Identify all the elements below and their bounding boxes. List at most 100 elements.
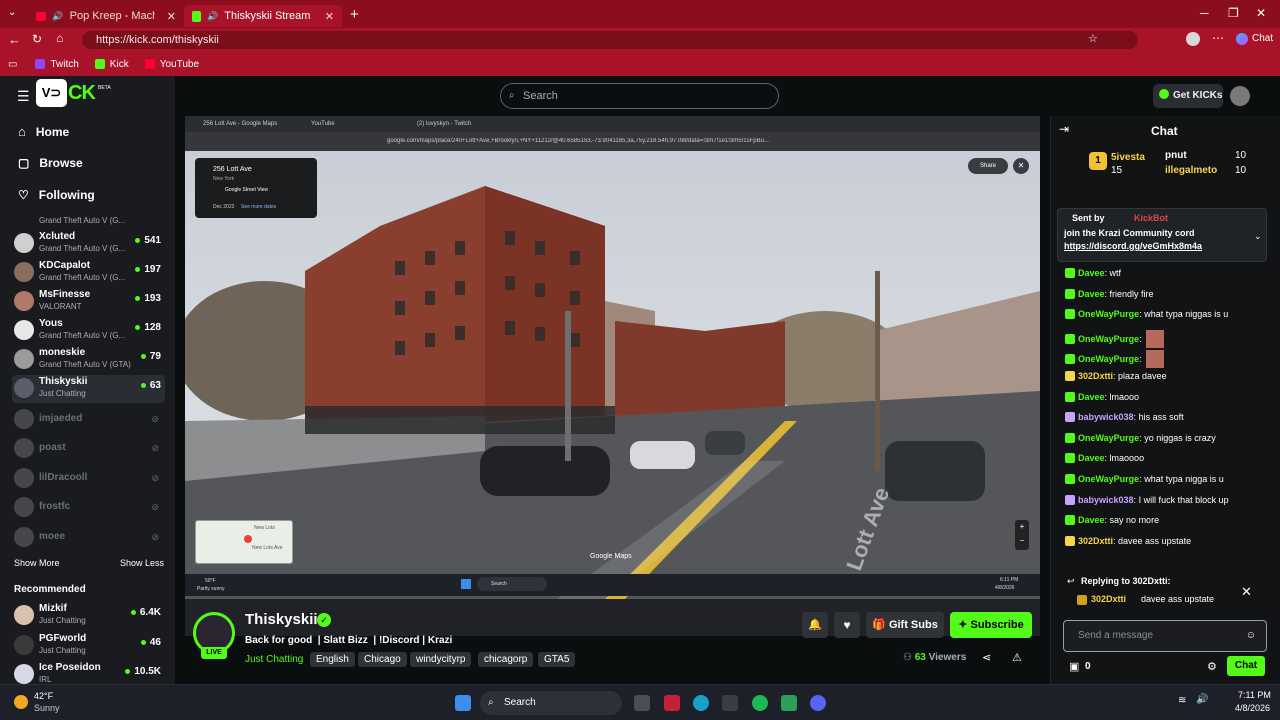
chat-username[interactable]: Davee [1078,392,1105,402]
reload-icon[interactable]: ↻ [32,32,42,46]
maximize-icon[interactable]: ❐ [1228,6,1239,20]
nav-browse[interactable]: ▢ Browse [18,156,83,170]
volume-icon[interactable]: 🔊 [1196,694,1208,705]
report-icon[interactable]: ⚠ [1012,651,1022,664]
user-avatar[interactable] [1230,86,1250,106]
following-channel[interactable]: moneskie Grand Theft Auto V (GTA) 79 [12,346,165,374]
favorite-icon[interactable]: ☆ [1088,32,1098,45]
emoji-icon[interactable]: ☺ [1246,621,1256,651]
close-streetview-icon[interactable]: ✕ [1013,158,1029,174]
weather-icon[interactable] [14,695,28,709]
taskbar-search[interactable]: ⌕ Search [480,691,622,715]
follow-button[interactable]: ♥ [834,612,860,638]
chat-username[interactable]: OneWayPurge [1078,433,1139,443]
tag[interactable]: GTA5 [538,652,576,667]
home-icon[interactable]: ⌂ [56,31,63,45]
minimize-icon[interactable]: ─ [1200,6,1209,20]
start-icon[interactable] [455,695,471,711]
hamburger-icon[interactable]: ☰ [17,88,30,105]
zoom-control[interactable]: + − [1015,520,1029,550]
collapse-chat-icon[interactable]: ⇥ [1059,122,1069,136]
new-tab-icon[interactable]: + [350,6,359,23]
following-channel[interactable]: Grand Theft Auto V (G... [12,210,165,228]
tag[interactable]: Chicago [358,652,407,667]
place-card[interactable]: 256 Lott Ave New York Google Street View… [195,158,317,218]
offline-channel[interactable]: frostfc ⊘ [12,494,165,522]
category-link[interactable]: Just Chatting [245,654,303,665]
close-tab-icon[interactable]: ✕ [325,10,334,23]
tag[interactable]: English [310,652,355,667]
menu-icon[interactable]: ⋯ [1212,31,1224,45]
chat-username[interactable]: Davee [1078,268,1105,278]
nav-following[interactable]: ♡ Following [18,188,95,202]
kick-logo[interactable]: V⊃ CK BETA [36,79,111,107]
browser-tab-kick[interactable]: 🔊 Thiskyskii Stream - Watch Liv ✕ [184,5,342,27]
following-channel-active[interactable]: Thiskyskii Just Chatting 63 [12,375,165,403]
offline-channel[interactable]: poast ⊘ [12,435,165,463]
tag[interactable]: windycityrp [410,652,472,667]
minimap[interactable]: New Lots New Lots Ave [195,520,293,564]
back-icon[interactable]: ← [8,32,21,47]
chat-browser-label[interactable]: Chat [1252,33,1273,44]
close-icon[interactable]: ✕ [1241,584,1252,600]
task-view-icon[interactable] [634,695,650,711]
gear-icon[interactable]: ⚙ [1207,660,1217,673]
following-channel[interactable]: KDCapalot Grand Theft Auto V (G... 197 [12,259,165,287]
close-window-icon[interactable]: ✕ [1256,6,1266,20]
chat-username[interactable]: 302Dxtti [1078,371,1113,381]
chat-username[interactable]: Davee [1078,515,1105,525]
profile-avatar[interactable] [1186,32,1200,46]
spotify-icon[interactable] [752,695,768,711]
get-kicks-button[interactable]: Get KICKs [1153,84,1223,108]
chat-username[interactable]: Davee [1078,453,1105,463]
following-channel[interactable]: Xcluted Grand Theft Auto V (G... 541 [12,230,165,258]
chat-username[interactable]: babywick038 [1078,412,1134,422]
terminal-icon[interactable] [722,695,738,711]
pinned-message[interactable]: Sent by KickBot join the Krazi Community… [1057,208,1267,262]
see-more-dates-link[interactable]: See more dates [241,204,276,210]
chat-username[interactable]: OneWayPurge [1078,354,1139,364]
gift-subs-button[interactable]: 🎁 Gift Subs [866,612,944,638]
chat-username[interactable]: 302Dxtti [1078,536,1113,546]
search-input[interactable]: ⌕ Search [500,83,779,109]
bookmark-twitch[interactable]: Twitch [35,59,79,70]
nav-home[interactable]: ⌂ Home [18,124,69,139]
offline-channel[interactable]: lilDracooll ⊘ [12,465,165,493]
chat-username[interactable]: Davee [1078,289,1105,299]
wifi-icon[interactable]: ≋ [1178,695,1186,706]
video-player[interactable]: 256 Lott Ave - Google Maps YouTube (2) l… [185,116,1040,636]
channel-name[interactable]: Thiskyskii [245,611,318,628]
notifications-button[interactable]: 🔔 [802,612,828,638]
chat-username[interactable]: babywick038 [1078,495,1134,505]
app-icon[interactable] [664,695,680,711]
app-icon[interactable] [781,695,797,711]
edge-icon[interactable] [693,695,709,711]
copilot-icon[interactable] [1236,33,1248,45]
chat-username[interactable]: OneWayPurge [1078,309,1139,319]
close-tab-icon[interactable]: ✕ [167,10,176,23]
following-channel[interactable]: MsFinesse VALORANT 193 [12,288,165,316]
following-channel[interactable]: Yous Grand Theft Auto V (G... 128 [12,317,165,345]
clock-date[interactable]: 4/8/2026 [1235,703,1270,713]
bookmark-kick[interactable]: Kick [94,59,129,70]
recommended-channel[interactable]: PGFworld Just Chatting 46 [12,632,165,660]
chevron-down-icon[interactable]: ⌄ [1254,231,1262,242]
tag[interactable]: chicagorp [478,652,534,667]
url-field[interactable]: https://kick.com/thiskyskii [82,31,1138,49]
chat-input[interactable]: Send a message ☺ [1063,620,1267,652]
bookmark-youtube[interactable]: YouTube [144,59,199,70]
kicks-wallet-icon[interactable]: ▣ [1069,660,1079,673]
reading-list-icon[interactable]: ▭ [8,59,17,70]
browser-tab-youtube[interactable]: 🔊 Pop Kreep - Macho Man (Mc ✕ [28,5,184,27]
pinned-link[interactable]: https://discord.gg/veGmHx8m4a [1064,241,1202,251]
chat-username[interactable]: OneWayPurge [1078,334,1139,344]
offline-channel[interactable]: imjaeded ⊘ [12,406,165,434]
share-button[interactable]: Share [968,158,1008,174]
tab-menu-icon[interactable]: ⌄ [8,7,16,18]
share-icon[interactable]: ⋖ [982,651,991,664]
recommended-channel[interactable]: Mizkif Just Chatting 6.4K [12,602,165,630]
offline-channel[interactable]: moee ⊘ [12,524,165,552]
show-more-button[interactable]: Show More [14,558,60,568]
discord-icon[interactable] [810,695,826,711]
clock-time[interactable]: 7:11 PM [1238,690,1271,700]
